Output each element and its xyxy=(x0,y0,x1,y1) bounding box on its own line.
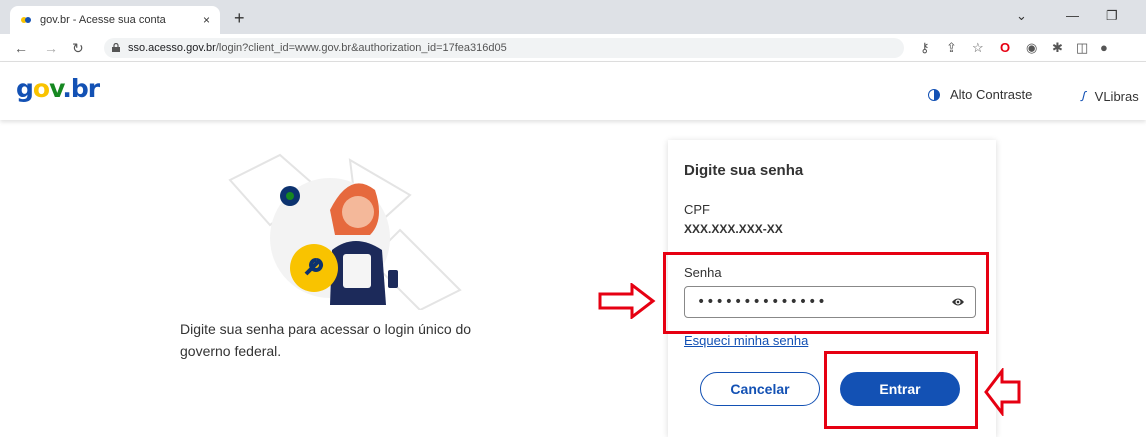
enter-highlight-box xyxy=(824,351,978,429)
tab-title: gov.br - Acesse sua conta xyxy=(40,14,166,26)
password-highlight-box xyxy=(663,252,989,334)
url-path: /login?client_id=www.gov.br&authorizatio… xyxy=(215,42,507,54)
left-arrow-annotation-icon xyxy=(984,368,1021,416)
key-icon[interactable]: ⚷ xyxy=(920,40,930,56)
tab-search-icon[interactable]: ⌄ xyxy=(1016,8,1027,24)
address-bar-row: ← → ↻ sso.acesso.gov.br/login?client_id=… xyxy=(0,34,1146,62)
logo-br: .br xyxy=(62,74,100,103)
character-apron xyxy=(343,254,371,288)
vlibras-toggle[interactable]: ꭍ VLibras xyxy=(1080,87,1139,105)
browser-tab-strip: gov.br - Acesse sua conta × + ⌄ — ❐ xyxy=(0,0,1146,34)
high-contrast-toggle[interactable]: Alto Contraste xyxy=(928,87,1032,102)
opera-extension-icon[interactable]: O xyxy=(1000,40,1010,55)
phone-icon xyxy=(388,270,398,288)
login-description: Digite sua senha para acessar o login ún… xyxy=(180,321,472,359)
login-illustration xyxy=(228,153,462,310)
logo-letter-o: o xyxy=(32,74,50,103)
card-title: Digite sua senha xyxy=(684,162,804,179)
reload-icon[interactable]: ↻ xyxy=(72,40,84,57)
extensions-puzzle-icon[interactable]: ✱ xyxy=(1052,40,1063,56)
high-contrast-label: Alto Contraste xyxy=(950,87,1033,102)
cpf-label: CPF xyxy=(684,202,710,217)
logo-letter-v: v xyxy=(49,74,63,103)
minimize-icon[interactable]: — xyxy=(1066,8,1079,23)
share-icon[interactable]: ⇪ xyxy=(946,40,957,56)
browser-tab[interactable]: gov.br - Acesse sua conta × xyxy=(10,6,220,34)
character-face xyxy=(342,196,374,228)
site-header: gov.br Alto Contraste ꭍ VLibras xyxy=(0,62,1146,120)
govbr-favicon-icon xyxy=(21,17,31,23)
vlibras-label: VLibras xyxy=(1094,88,1139,104)
logo-letter-g: g xyxy=(16,74,34,103)
url-input[interactable]: sso.acesso.gov.br/login?client_id=www.go… xyxy=(104,38,904,58)
bookmark-star-icon[interactable]: ☆ xyxy=(972,40,984,56)
url-host: sso.acesso.gov.br xyxy=(128,42,216,54)
side-panel-icon[interactable]: ◫ xyxy=(1076,40,1088,56)
forward-icon[interactable]: → xyxy=(44,40,58,56)
sign-language-icon: ꭍ xyxy=(1080,89,1085,104)
lock-icon xyxy=(112,43,120,52)
govbr-logo[interactable]: gov.br xyxy=(16,74,100,103)
new-tab-button[interactable]: + xyxy=(234,8,245,29)
restore-icon[interactable]: ❐ xyxy=(1106,8,1118,24)
tab-close-icon[interactable]: × xyxy=(203,13,210,27)
right-arrow-annotation-icon xyxy=(598,283,656,319)
profile-avatar-icon[interactable]: ● xyxy=(1100,40,1108,55)
contrast-icon xyxy=(928,88,940,101)
robot-extension-icon[interactable]: ◉ xyxy=(1026,40,1037,56)
cpf-value: XXX.XXX.XXX-XX xyxy=(684,222,783,236)
cancel-button[interactable]: Cancelar xyxy=(700,372,820,406)
back-icon[interactable]: ← xyxy=(14,40,28,56)
forgot-password-link[interactable]: Esqueci minha senha xyxy=(684,333,808,348)
